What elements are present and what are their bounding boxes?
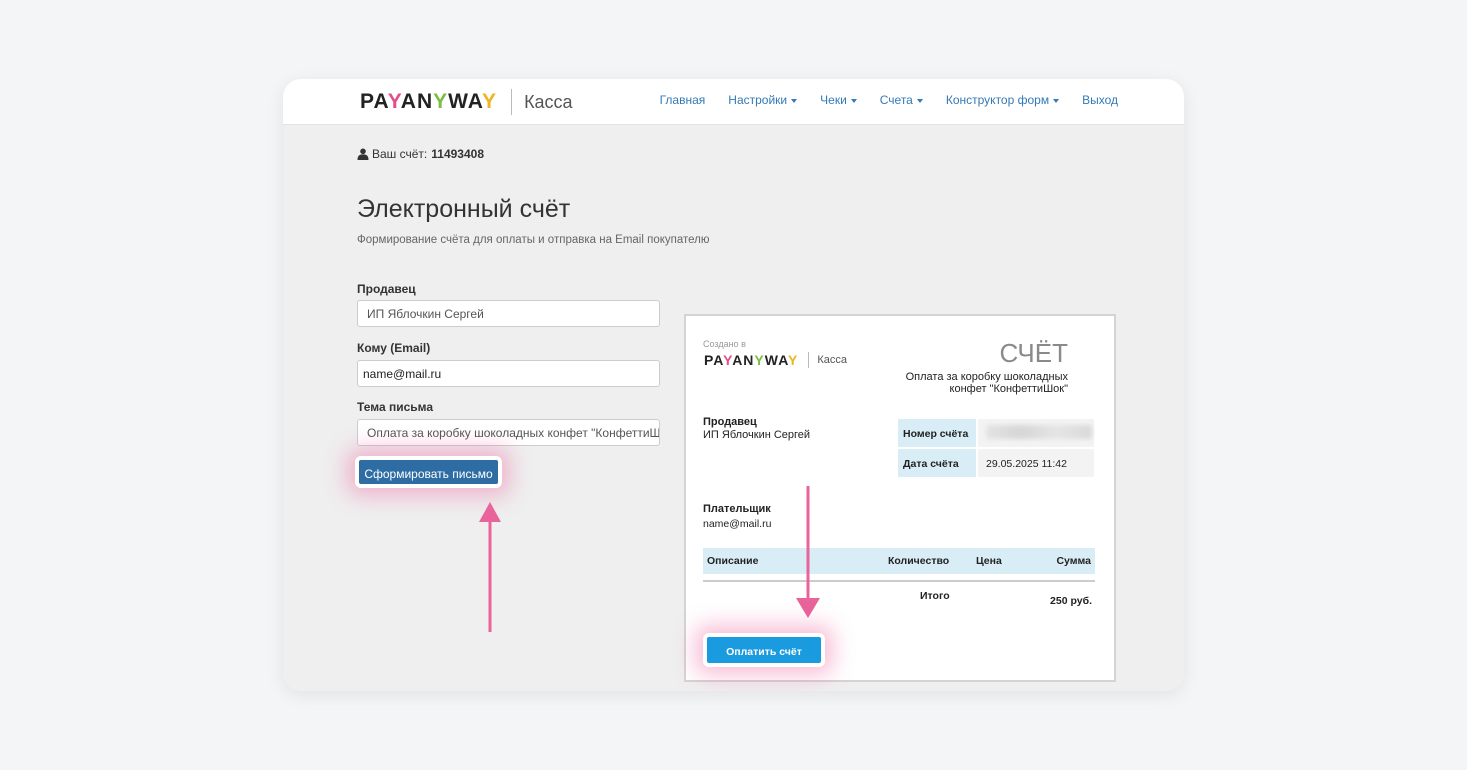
- invoice-meta-table: Номер счёта Дата счёта 29.05.2025 11:42: [898, 419, 1094, 479]
- invoice-total-value: 250 руб.: [1050, 595, 1092, 607]
- invoice-payer-label: Плательщик: [703, 503, 771, 515]
- top-navbar: PAYANYWAY Касса Главная Настройки Чеки С…: [283, 79, 1184, 125]
- invoice-date-label: Дата счёта: [898, 449, 976, 477]
- blurred-value: [986, 425, 1092, 439]
- product-name: Касса: [524, 91, 573, 112]
- user-icon: [357, 148, 369, 160]
- table-divider: [703, 580, 1095, 582]
- invoice-logo: PAYANYWAY Касса: [704, 352, 847, 368]
- arrow-up-icon: [479, 502, 501, 632]
- brand-logo[interactable]: PAYANYWAY Касса: [360, 89, 573, 115]
- invoice-product-name: Касса: [817, 354, 848, 366]
- payanyway-logo: PAYANYWAY: [704, 352, 799, 368]
- subject-field[interactable]: Оплата за коробку шоколадных конфет "Кон…: [357, 419, 660, 446]
- invoice-seller-label: Продавец: [703, 416, 757, 428]
- caret-down-icon: [850, 98, 857, 103]
- logo-divider: [511, 89, 513, 115]
- column-quantity: Количество: [888, 555, 950, 567]
- seller-field[interactable]: ИП Яблочкин Сергей: [357, 300, 660, 327]
- invoice-description: Оплата за коробку шоколадных конфет "Кон…: [905, 371, 1068, 395]
- email-field[interactable]: name@mail.ru: [357, 360, 660, 387]
- seller-label: Продавец: [357, 282, 416, 296]
- caret-down-icon: [791, 98, 798, 103]
- nav-invoices[interactable]: Счета: [880, 93, 923, 107]
- column-price: Цена: [976, 555, 1002, 567]
- account-label: Ваш счёт:: [372, 147, 428, 161]
- invoice-number-label: Номер счёта: [898, 419, 976, 447]
- column-description: Описание: [707, 555, 759, 567]
- generate-letter-button[interactable]: Сформировать письмо: [357, 458, 500, 486]
- logo-divider: [808, 352, 810, 368]
- nav-receipts[interactable]: Чеки: [820, 93, 857, 107]
- nav-settings[interactable]: Настройки: [728, 93, 798, 107]
- invoice-preview: Создано в PAYANYWAY Касса СЧЁТ Оплата за…: [684, 314, 1116, 682]
- invoice-number-value: [978, 419, 1094, 447]
- account-number: 11493408: [431, 147, 484, 161]
- invoice-title: СЧЁТ: [999, 338, 1068, 368]
- invoice-total-label: Итого: [920, 590, 950, 602]
- account-info: Ваш счёт: 11493408: [357, 147, 484, 161]
- invoice-date-value: 29.05.2025 11:42: [978, 449, 1094, 477]
- email-label: Кому (Email): [357, 341, 431, 355]
- caret-down-icon: [1053, 98, 1060, 103]
- subject-label: Тема письма: [357, 400, 434, 414]
- nav-home[interactable]: Главная: [660, 93, 706, 107]
- page-title: Электронный счёт: [357, 195, 571, 223]
- invoice-date-row: Дата счёта 29.05.2025 11:42: [898, 449, 1094, 477]
- invoice-created-label: Создано в: [703, 339, 746, 349]
- caret-down-icon: [916, 98, 923, 103]
- main-nav: Главная Настройки Чеки Счета Конструктор…: [660, 93, 1118, 107]
- invoice-seller-value: ИП Яблочкин Сергей: [703, 429, 811, 441]
- page-subtitle: Формирование счёта для оплаты и отправка…: [357, 234, 710, 246]
- invoice-number-row: Номер счёта: [898, 419, 1094, 447]
- app-window: PAYANYWAY Касса Главная Настройки Чеки С…: [283, 79, 1184, 691]
- invoice-payer-value: name@mail.ru: [703, 518, 772, 530]
- pay-invoice-button[interactable]: Оплатить счёт: [705, 635, 823, 665]
- arrow-down-icon: [796, 486, 820, 618]
- payanyway-logo: PAYANYWAY: [360, 90, 498, 113]
- nav-form-builder[interactable]: Конструктор форм: [946, 93, 1060, 107]
- nav-logout[interactable]: Выход: [1082, 93, 1118, 107]
- invoice-table-header: Описание Количество Цена Сумма: [703, 548, 1095, 574]
- column-sum: Сумма: [1056, 555, 1091, 567]
